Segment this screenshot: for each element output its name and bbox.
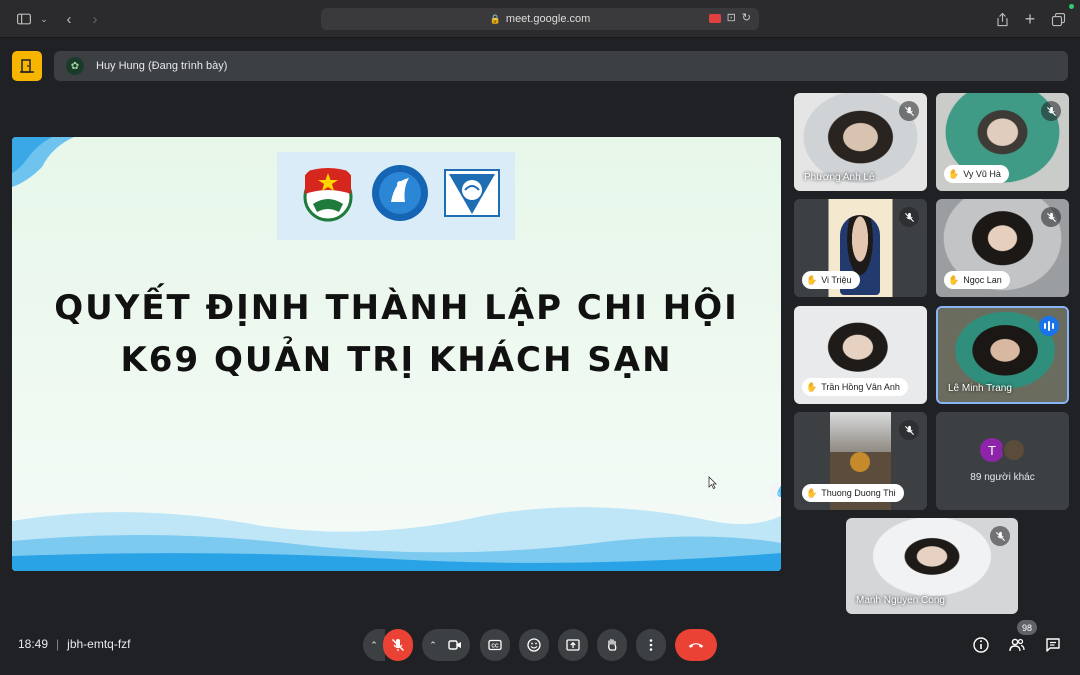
tabs-overview-icon[interactable] bbox=[1048, 9, 1068, 29]
camera-toggle-button[interactable] bbox=[440, 629, 470, 661]
raise-hand-button[interactable] bbox=[597, 629, 627, 661]
participant-name: Manh Nguyen Cong bbox=[856, 595, 945, 606]
mic-off-icon bbox=[990, 526, 1010, 546]
address-bar[interactable]: 🔒 meet.google.com ⊡ ↻ bbox=[321, 8, 759, 30]
speaking-indicator-icon bbox=[1039, 316, 1059, 336]
mic-off-icon bbox=[899, 101, 919, 121]
separator: | bbox=[56, 637, 60, 651]
reactions-button[interactable] bbox=[519, 629, 549, 661]
meeting-details-button[interactable] bbox=[969, 633, 993, 657]
presentation-slide: QUYẾT ĐỊNH THÀNH LẬP CHI HỘI K69 QUẢN TR… bbox=[12, 137, 781, 571]
participant-name: Trần Hồng Vân Anh bbox=[821, 382, 900, 392]
mic-off-icon bbox=[899, 420, 919, 440]
slide-title-line-1: QUYẾT ĐỊNH THÀNH LẬP CHI HỘI bbox=[54, 288, 739, 328]
end-call-button[interactable] bbox=[675, 629, 717, 661]
participant-name-pill: ✋ Ngọc Lan bbox=[944, 271, 1010, 289]
participant-name: Thuong Duong Thi bbox=[821, 488, 896, 498]
svg-text:CC: CC bbox=[491, 643, 499, 649]
others-tile[interactable]: T 89 người khác bbox=[936, 412, 1069, 510]
participant-name-pill: ✋ Vi Triệu bbox=[802, 271, 860, 289]
chat-button[interactable] bbox=[1041, 633, 1065, 657]
slide-corner-decoration bbox=[12, 137, 74, 187]
faculty-logo bbox=[444, 169, 500, 217]
participant-tile-self[interactable]: Manh Nguyen Cong bbox=[846, 518, 1018, 614]
youth-union-logo bbox=[303, 168, 353, 222]
reload-icon[interactable]: ↻ bbox=[742, 11, 751, 24]
participant-tile[interactable]: ✋ Vi Triệu bbox=[794, 199, 927, 297]
chat-icon bbox=[1046, 638, 1060, 652]
captions-icon: CC bbox=[488, 639, 502, 651]
room-background bbox=[830, 412, 891, 452]
hand-icon: ✋ bbox=[806, 274, 818, 285]
mic-off-icon bbox=[391, 638, 405, 652]
hand-icon: ✋ bbox=[948, 274, 960, 285]
captions-button[interactable]: CC bbox=[480, 629, 510, 661]
student-association-logo bbox=[372, 165, 428, 221]
hand-icon: ✋ bbox=[806, 487, 818, 498]
hand-icon bbox=[608, 638, 617, 651]
translate-icon[interactable]: ⊡ bbox=[727, 11, 736, 24]
slide-title-line-2: K69 QUẢN TRỊ KHÁCH SẠN bbox=[120, 340, 673, 380]
more-vertical-icon bbox=[649, 639, 653, 651]
slide-title: QUYẾT ĐỊNH THÀNH LẬP CHI HỘI K69 QUẢN TR… bbox=[12, 282, 781, 386]
people-button[interactable] bbox=[1005, 633, 1029, 657]
avatar bbox=[1002, 438, 1026, 462]
url-text: meet.google.com bbox=[505, 13, 591, 25]
meeting-code[interactable]: jbh-emtq-fzf bbox=[67, 637, 130, 651]
camera-in-use-icon[interactable] bbox=[708, 14, 721, 23]
others-count-label: 89 người khác bbox=[970, 472, 1035, 483]
emoji-icon bbox=[527, 638, 541, 652]
meeting-time: 18:49 bbox=[18, 637, 49, 651]
camera-icon bbox=[448, 640, 461, 650]
participant-name: Phương Anh Lê bbox=[804, 172, 875, 183]
microphone-toggle-button[interactable] bbox=[383, 629, 413, 661]
slide-wave-decoration bbox=[12, 507, 781, 571]
participant-tile[interactable]: ✋ Vy Vũ Hà bbox=[936, 93, 1069, 191]
hand-icon: ✋ bbox=[948, 168, 960, 179]
room-object bbox=[850, 452, 870, 472]
browser-toolbar: ⌄ ‹ › 🔒 meet.google.com ⊡ ↻ + bbox=[0, 0, 1080, 38]
participant-name-pill: ✋ Vy Vũ Hà bbox=[944, 165, 1009, 183]
forward-icon[interactable]: › bbox=[85, 9, 105, 29]
participant-name: Vi Triệu bbox=[821, 275, 852, 285]
participant-tile[interactable]: ✋ Trần Hồng Vân Anh bbox=[794, 306, 927, 404]
hand-icon: ✋ bbox=[806, 381, 818, 392]
present-screen-icon bbox=[566, 639, 580, 651]
presenter-bar: ✿ Huy Hung (Đang trình bày) bbox=[54, 51, 1068, 81]
participant-tile-active-speaker[interactable]: Lê Minh Trang bbox=[936, 306, 1069, 404]
share-icon[interactable] bbox=[992, 9, 1012, 29]
sidebar-toggle-icon[interactable] bbox=[14, 9, 34, 29]
mic-off-icon bbox=[899, 207, 919, 227]
participant-name-pill: ✋ Trần Hồng Vân Anh bbox=[802, 378, 908, 396]
mic-off-icon bbox=[1041, 207, 1061, 227]
present-button[interactable] bbox=[558, 629, 588, 661]
chevron-down-icon[interactable]: ⌄ bbox=[34, 9, 54, 29]
participant-tile[interactable]: Phương Anh Lê bbox=[794, 93, 927, 191]
phone-hangup-icon bbox=[688, 643, 704, 648]
recording-indicator bbox=[1069, 4, 1074, 9]
door-icon bbox=[20, 59, 34, 73]
avatar: T bbox=[980, 438, 1004, 462]
participant-tile[interactable]: ✋ Thuong Duong Thi bbox=[794, 412, 927, 510]
mouse-cursor-icon bbox=[708, 476, 717, 489]
logo-strip bbox=[277, 152, 515, 240]
more-options-button[interactable] bbox=[636, 629, 666, 661]
presenter-avatar: ✿ bbox=[66, 57, 84, 75]
info-icon bbox=[973, 637, 989, 653]
meeting-info: 18:49 | jbh-emtq-fzf bbox=[18, 637, 131, 651]
mic-off-icon bbox=[1041, 101, 1061, 121]
lock-icon: 🔒 bbox=[489, 13, 501, 24]
new-tab-icon[interactable]: + bbox=[1020, 9, 1040, 29]
audio-options-button[interactable]: ⌃ bbox=[363, 629, 385, 661]
participant-name: Ngọc Lan bbox=[963, 275, 1002, 285]
presenter-label: Huy Hung (Đang trình bày) bbox=[96, 60, 228, 72]
people-icon bbox=[1009, 638, 1025, 652]
participant-count-badge: 98 bbox=[1017, 620, 1037, 635]
participant-name-pill: ✋ Thuong Duong Thi bbox=[802, 484, 904, 502]
activities-button[interactable] bbox=[12, 51, 42, 81]
back-icon[interactable]: ‹ bbox=[59, 9, 79, 29]
participant-tile[interactable]: ✋ Ngọc Lan bbox=[936, 199, 1069, 297]
participant-name: Lê Minh Trang bbox=[948, 383, 1012, 394]
participant-name: Vy Vũ Hà bbox=[963, 169, 1001, 179]
